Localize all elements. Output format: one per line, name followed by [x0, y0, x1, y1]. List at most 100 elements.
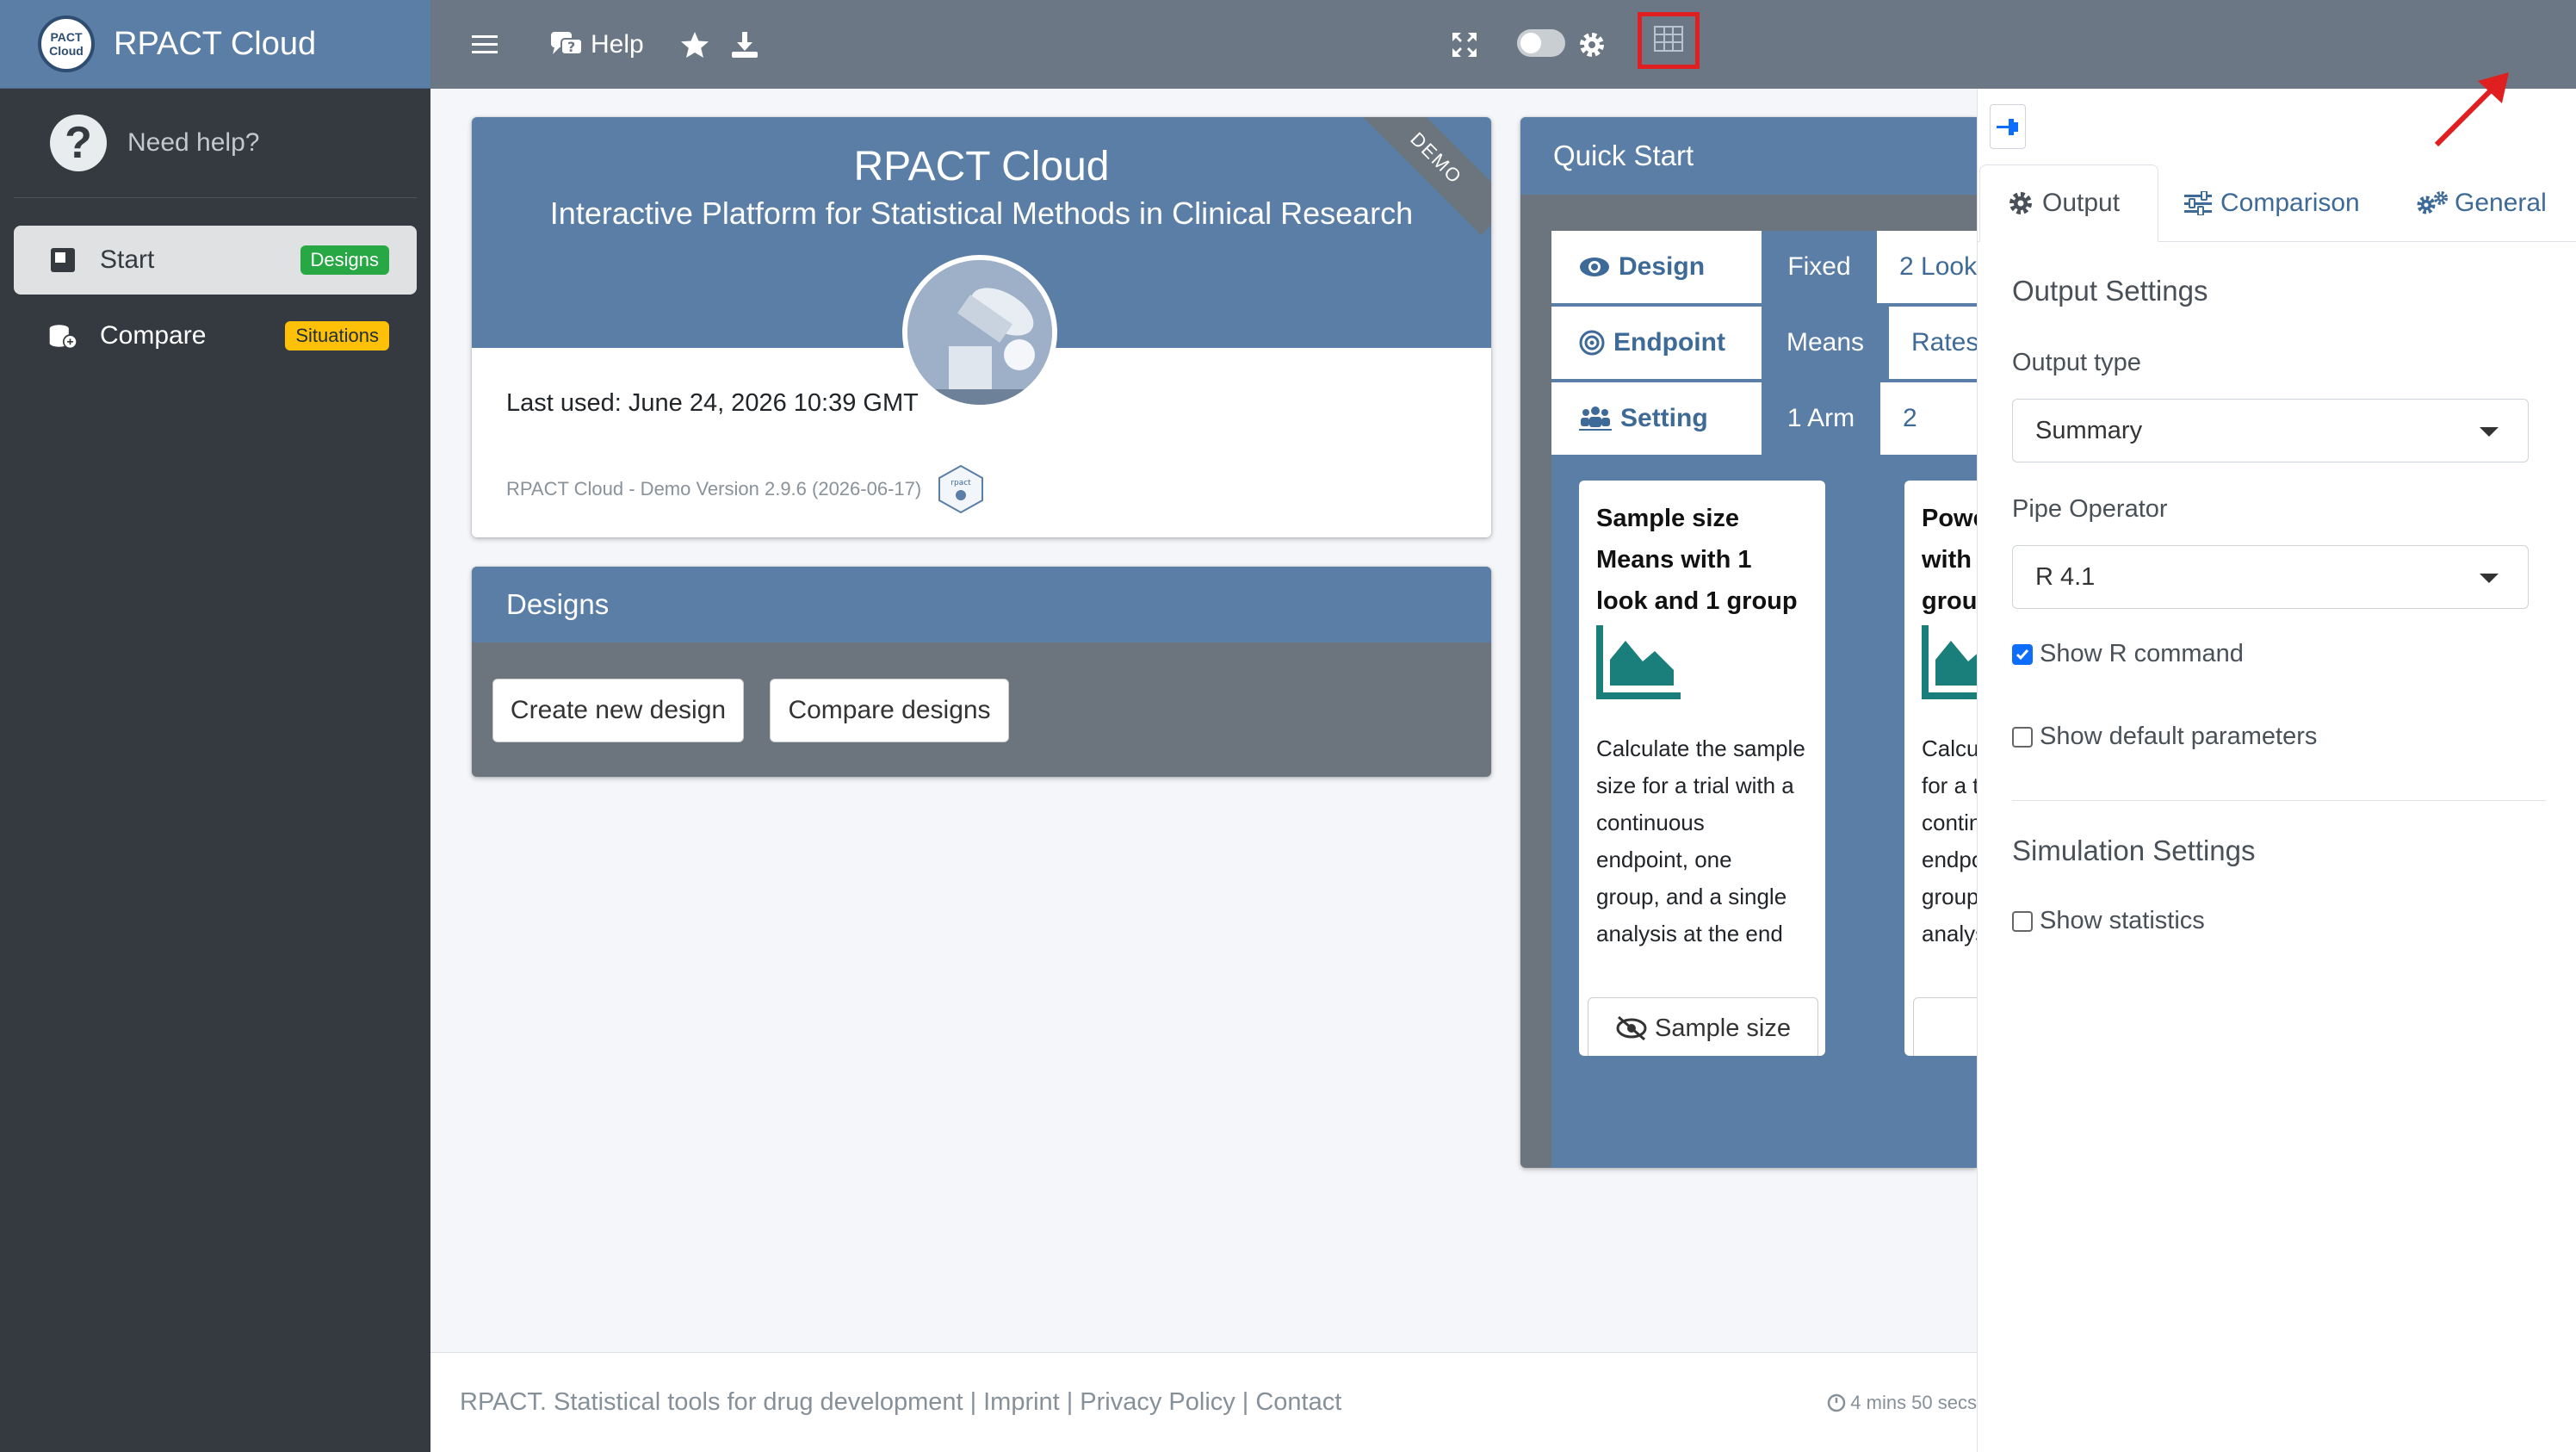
designs-badge: Designs: [300, 245, 389, 275]
cogs-icon: [2415, 190, 2449, 216]
setting-option-1-arm[interactable]: 1 Arm: [1762, 382, 1880, 455]
power-button[interactable]: [1913, 997, 1977, 1056]
contact-link[interactable]: Contact: [1255, 1388, 1341, 1417]
footer: RPACT. Statistical tools for drug develo…: [430, 1352, 1977, 1452]
endpoint-option-rates[interactable]: Rates: [1889, 307, 1977, 379]
show-r-command-label: Show R command: [2040, 640, 2244, 667]
imprint-link[interactable]: Imprint: [983, 1388, 1060, 1417]
tab-general-label: General: [2455, 189, 2547, 217]
card-title-line: Sample size: [1596, 505, 1740, 532]
design-option-fixed[interactable]: Fixed: [1762, 231, 1877, 303]
timer-icon: [1826, 1393, 1847, 1413]
power-means-card[interactable]: Power with 1 group Calculate for a trial…: [1904, 481, 1977, 1056]
download-button[interactable]: [730, 31, 759, 59]
download-icon: [730, 31, 759, 59]
tab-output[interactable]: Output: [1979, 164, 2158, 242]
show-r-command-row[interactable]: Show R command: [2012, 640, 2244, 668]
eye-icon: [1579, 256, 1610, 278]
version-text: RPACT Cloud - Demo Version 2.9.6 (2026-0…: [506, 478, 922, 500]
endpoint-label-text: Endpoint: [1613, 328, 1725, 357]
help-menu-button[interactable]: ? Help: [549, 30, 644, 59]
hero-title: RPACT Cloud: [853, 144, 1110, 189]
rpact-hex-logo-text: rpact: [951, 479, 972, 487]
pin-sidebar-button[interactable]: [1990, 104, 2026, 149]
card-description-line: continuous: [1596, 810, 1705, 835]
favorite-button[interactable]: [680, 31, 709, 59]
settings-tabs: Output Comparison General: [1978, 164, 2576, 242]
design-selector-row: Design Fixed 2 Looks: [1551, 231, 1977, 303]
menu-toggle-button[interactable]: [472, 34, 498, 56]
card-description: Calculate the sample size for a trial wi…: [1596, 730, 1805, 952]
need-help-link[interactable]: ? Need help?: [14, 89, 417, 198]
sample-size-button[interactable]: Sample size: [1588, 997, 1818, 1056]
help-label: Help: [591, 29, 644, 59]
sidebar-item-compare[interactable]: Compare Situations: [14, 301, 417, 370]
endpoint-option-means[interactable]: Means: [1762, 307, 1889, 379]
settings-button[interactable]: [1577, 30, 1607, 59]
designs-card: Designs Create new design Compare design…: [472, 567, 1491, 777]
tab-comparison[interactable]: Comparison: [2184, 164, 2360, 242]
card-description-line: for a trial: [1922, 773, 1977, 798]
tab-output-label: Output: [2042, 189, 2121, 217]
sidebar-item-label: Compare: [100, 321, 207, 350]
sidebar-item-start[interactable]: Start Designs: [14, 226, 417, 295]
card-description-line: Calculate the sample: [1596, 735, 1805, 761]
design-option-2-looks[interactable]: 2 Looks: [1877, 231, 1977, 303]
setting-selector-row: Setting 1 Arm 2: [1551, 382, 1977, 455]
sidebar-item-label: Start: [100, 245, 155, 274]
tab-general[interactable]: General: [2415, 164, 2547, 242]
brand-logo-text-2: Cloud: [49, 44, 84, 58]
card-title-block: Sample size Means with 1 look and 1 grou…: [1579, 481, 1825, 622]
comments-question-icon: ?: [549, 30, 584, 59]
show-statistics-row[interactable]: Show statistics: [2012, 907, 2205, 935]
show-statistics-checkbox[interactable]: [2012, 910, 2033, 932]
brand-title: RPACT Cloud: [114, 25, 317, 62]
caret-down-icon: [2480, 427, 2499, 437]
brand-logo-text-1: PACT: [50, 30, 83, 44]
footer-separator: |: [1242, 1388, 1249, 1416]
session-timer-text: 4 mins 50 secs: [1850, 1391, 1977, 1413]
endpoint-label: Endpoint: [1551, 307, 1762, 379]
card-title-block: Power with 1 group: [1904, 481, 1977, 622]
card-description-line: continuous: [1922, 810, 1977, 835]
card-description-line: analysis at the end: [1596, 921, 1783, 946]
compare-designs-button[interactable]: Compare designs: [770, 679, 1009, 742]
output-type-select[interactable]: Summary: [2012, 399, 2529, 462]
card-description-line: Calculate: [1922, 735, 1977, 761]
pin-icon: [1995, 114, 2021, 140]
sample-size-button-label: Sample size: [1655, 1014, 1791, 1042]
design-label: Design: [1551, 231, 1762, 303]
show-default-parameters-checkbox[interactable]: [2012, 726, 2033, 748]
bullseye-icon: [1579, 330, 1605, 356]
hamburger-icon: [472, 34, 498, 56]
pipe-operator-select[interactable]: R 4.1: [2012, 545, 2529, 609]
setting-label-text: Setting: [1620, 404, 1708, 432]
setting-option-2[interactable]: 2: [1880, 382, 1977, 455]
show-default-parameters-row[interactable]: Show default parameters: [2012, 723, 2317, 751]
quick-start-card: Quick Start Design Fixed 2 Looks Endpoin…: [1520, 117, 1977, 1168]
fullscreen-button[interactable]: [1452, 32, 1477, 58]
output-type-value: Summary: [2035, 416, 2143, 444]
hero-subtitle: Interactive Platform for Statistical Met…: [549, 195, 1414, 231]
sample-size-means-card[interactable]: Sample size Means with 1 look and 1 grou…: [1579, 481, 1825, 1056]
start-icon: [48, 245, 77, 275]
pipe-operator-label: Pipe Operator: [2012, 495, 2168, 523]
gear-icon: [2008, 190, 2034, 216]
show-r-command-checkbox[interactable]: [2012, 643, 2033, 665]
area-chart-icon: [1922, 625, 1977, 704]
show-default-parameters-label: Show default parameters: [2040, 723, 2318, 750]
create-new-design-button[interactable]: Create new design: [492, 679, 744, 742]
control-sidebar-button[interactable]: [1638, 12, 1700, 69]
dark-mode-toggle[interactable]: [1517, 29, 1565, 57]
card-title-line: with 1: [1922, 546, 1977, 574]
eye-slash-icon: [1615, 1015, 1648, 1041]
top-navbar: ? Help: [430, 0, 2576, 89]
footer-separator: |: [969, 1388, 977, 1416]
table-icon: [1654, 25, 1683, 56]
brand-link[interactable]: PACT Cloud RPACT Cloud: [0, 0, 430, 89]
microscope-icon: [907, 260, 1052, 405]
svg-text:?: ?: [567, 39, 575, 55]
privacy-policy-link[interactable]: Privacy Policy: [1080, 1388, 1235, 1417]
situations-badge: Situations: [285, 321, 389, 351]
show-statistics-label: Show statistics: [2040, 907, 2205, 934]
